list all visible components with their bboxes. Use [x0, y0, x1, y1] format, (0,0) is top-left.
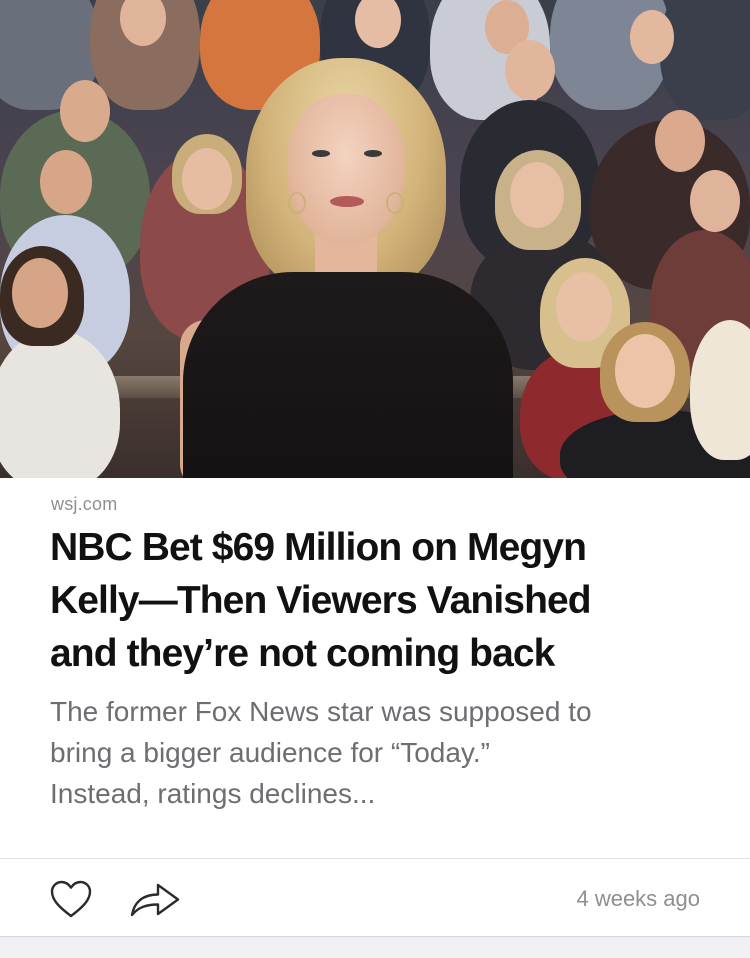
card-divider — [0, 858, 750, 859]
summary-line: Instead, ratings declines... — [50, 778, 376, 809]
earring-right — [386, 192, 404, 214]
earring-left — [288, 192, 306, 214]
like-button[interactable] — [46, 875, 96, 923]
summary-line: bring a bigger audience for “Today.” — [50, 737, 490, 768]
article-headline[interactable]: NBC Bet $69 Million on Megyn Kelly—Then … — [50, 521, 710, 680]
article-timestamp: 4 weeks ago — [576, 886, 700, 911]
share-button[interactable] — [126, 875, 184, 923]
summary-line: The former Fox News star was supposed to — [50, 696, 592, 727]
host-face — [287, 94, 405, 244]
heart-outline-icon — [50, 880, 92, 918]
article-card[interactable]: wsj.com NBC Bet $69 Million on Megyn Kel… — [0, 0, 750, 937]
article-source: wsj.com — [51, 494, 118, 514]
host-black-top — [183, 272, 513, 478]
article-summary[interactable]: The former Fox News star was supposed to… — [50, 691, 710, 814]
headline-line: Kelly—Then Viewers Vanished — [50, 579, 592, 622]
headline-line: and they’re not coming back — [50, 632, 555, 675]
host-eye-right — [364, 150, 382, 157]
share-arrow-icon — [130, 883, 180, 917]
host-eye-left — [312, 150, 330, 157]
host-lips — [330, 196, 364, 207]
article-image[interactable] — [0, 0, 750, 478]
headline-line: NBC Bet $69 Million on Megyn — [50, 526, 587, 569]
